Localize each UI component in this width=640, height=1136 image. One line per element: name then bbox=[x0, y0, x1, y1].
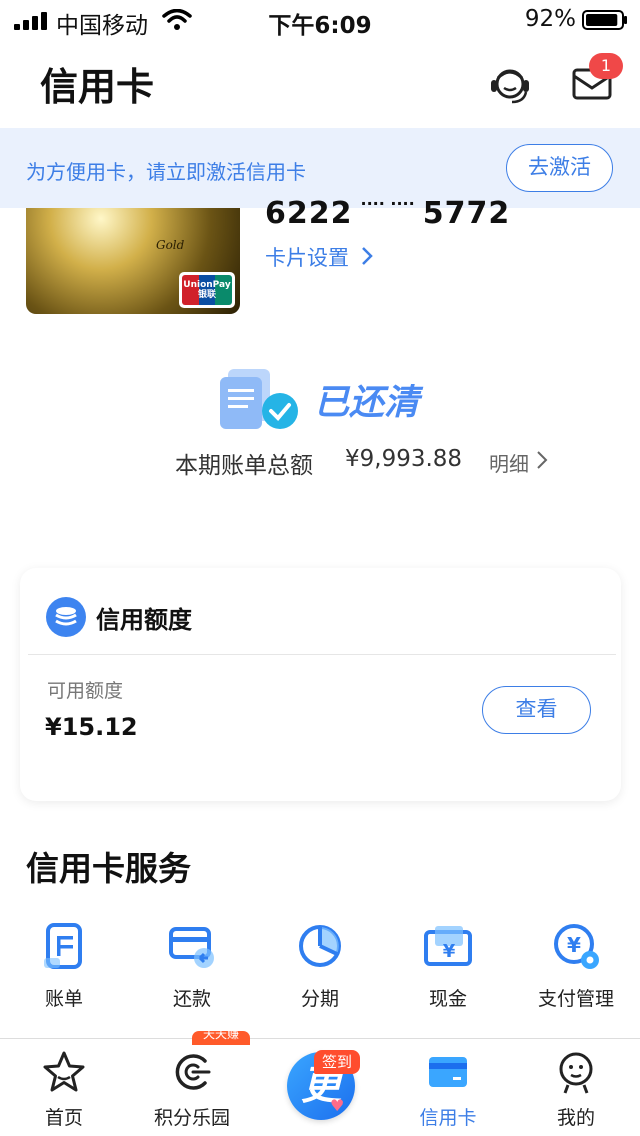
divider bbox=[28, 654, 616, 655]
chevron-right-icon bbox=[362, 247, 373, 265]
credit-limit-card: 信用额度 可用额度 ¥15.12 查看 bbox=[20, 568, 621, 801]
service-installment[interactable]: 分期 bbox=[256, 920, 384, 1011]
available-limit-label: 可用额度 bbox=[47, 680, 124, 702]
bill-status: 已还清 bbox=[314, 383, 420, 423]
available-limit-value: ¥15.12 bbox=[45, 713, 138, 741]
view-limit-button[interactable]: 查看 bbox=[482, 686, 591, 734]
card-gold-label: Gold bbox=[156, 238, 185, 252]
promo-tag-text: 天天赚 bbox=[202, 1031, 239, 1041]
activate-button[interactable]: 去激活 bbox=[506, 144, 613, 192]
unionpay-cn-text: 银联 bbox=[197, 290, 216, 300]
page-title: 信用卡 bbox=[40, 65, 155, 109]
card-number: 6222 ···· ···· 5772 bbox=[265, 196, 555, 226]
unread-badge: 1 bbox=[589, 53, 623, 79]
activation-message: 为方便用卡，请立即激活信用卡 bbox=[26, 160, 306, 184]
service-repay[interactable]: 还款 bbox=[128, 920, 256, 1011]
service-label: 现金 bbox=[428, 988, 467, 1010]
bill-total-label: 本期账单总额 bbox=[175, 453, 313, 479]
svg-text:¥: ¥ bbox=[567, 933, 581, 957]
card-settings-link[interactable]: 卡片设置 bbox=[265, 242, 349, 272]
promo-tag: 天天赚 bbox=[192, 1031, 250, 1045]
card-image[interactable]: Gold UnionPay 银联 bbox=[26, 208, 240, 314]
chevron-right-icon bbox=[537, 451, 548, 469]
paid-check-icon bbox=[220, 369, 298, 429]
cash-icon: ¥ bbox=[424, 926, 472, 966]
tab-home[interactable]: 首页 bbox=[0, 1049, 128, 1130]
status-bar: 中国移动 下午6:09 92% bbox=[0, 0, 640, 40]
heart-icon: ♥ bbox=[330, 1096, 345, 1115]
coins-icon bbox=[46, 597, 86, 637]
tab-label: 积分乐园 bbox=[153, 1107, 230, 1129]
unionpay-text: UnionPay bbox=[183, 280, 231, 290]
installment-icon bbox=[299, 925, 341, 967]
service-payment-management[interactable]: ¥ 支付管理 bbox=[512, 920, 640, 1011]
tab-points[interactable]: 积分乐园 bbox=[128, 1049, 256, 1130]
payment-settings-icon: ¥ bbox=[554, 924, 599, 969]
customer-service-icon[interactable] bbox=[488, 64, 532, 106]
service-label: 分期 bbox=[300, 988, 339, 1010]
tab-credit-card[interactable]: 信用卡 bbox=[384, 1049, 512, 1130]
service-label: 还款 bbox=[172, 988, 211, 1010]
service-bill[interactable]: 账单 bbox=[0, 920, 128, 1011]
bill-total-amount: ¥9,993.88 bbox=[345, 446, 463, 472]
svg-text:¥: ¥ bbox=[443, 941, 456, 962]
card-number-end: 5772 bbox=[422, 196, 511, 226]
tab-profile[interactable]: 我的 bbox=[512, 1049, 640, 1130]
repay-icon bbox=[169, 927, 214, 968]
tab-label: 信用卡 bbox=[419, 1107, 477, 1129]
card-number-start: 6222 bbox=[265, 196, 353, 226]
points-icon bbox=[175, 1054, 211, 1090]
tab-label: 首页 bbox=[44, 1107, 83, 1129]
credit-limit-title: 信用额度 bbox=[96, 606, 192, 634]
star-icon bbox=[43, 1051, 85, 1092]
service-label: 支付管理 bbox=[537, 988, 614, 1010]
profile-icon bbox=[559, 1052, 593, 1094]
bill-detail-link[interactable]: 明细 bbox=[489, 448, 529, 477]
bill-icon bbox=[44, 923, 82, 969]
card-number-mask: ···· ···· bbox=[360, 196, 415, 213]
tab-label: 我的 bbox=[556, 1107, 595, 1129]
unionpay-logo: UnionPay 银联 bbox=[179, 272, 235, 308]
checkin-badge[interactable]: 签到 bbox=[314, 1050, 360, 1074]
service-cash[interactable]: ¥ 现金 bbox=[384, 920, 512, 1011]
service-label: 账单 bbox=[44, 988, 83, 1010]
credit-card-icon bbox=[429, 1057, 467, 1087]
battery-icon bbox=[582, 10, 627, 30]
services-title: 信用卡服务 bbox=[26, 849, 191, 888]
battery-percent: 92% bbox=[524, 6, 576, 32]
